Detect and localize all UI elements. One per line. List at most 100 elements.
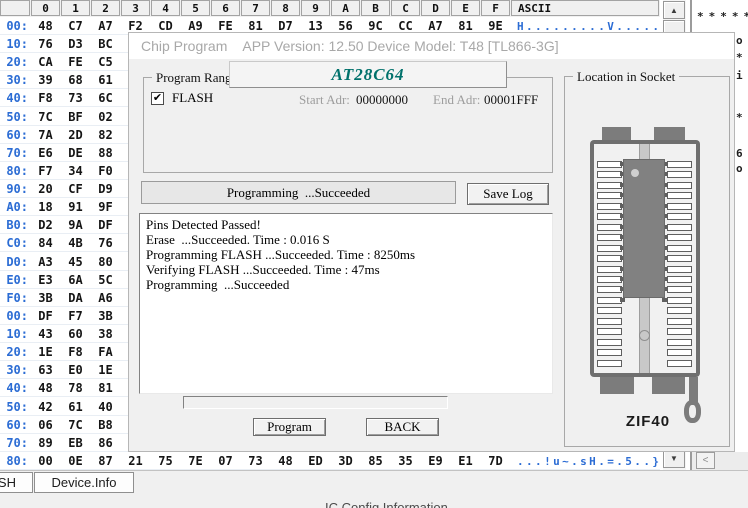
hex-byte-cell[interactable]: 07 <box>211 454 240 468</box>
hex-byte-cell[interactable]: CC <box>391 19 420 33</box>
hex-byte-cell[interactable]: 89 <box>31 436 60 450</box>
hex-byte-cell[interactable]: 9C <box>361 19 390 33</box>
hex-byte-cell[interactable]: 2D <box>61 128 90 142</box>
hex-byte-cell[interactable]: 56 <box>331 19 360 33</box>
hex-byte-cell[interactable]: 45 <box>61 255 90 269</box>
hex-byte-cell[interactable]: 87 <box>91 454 120 468</box>
hex-byte-cell[interactable]: F0 <box>91 164 120 178</box>
hex-byte-cell[interactable]: 7A <box>31 128 60 142</box>
hex-byte-cell[interactable]: 6A <box>61 273 90 287</box>
ascii-cell[interactable]: ...!u~.sH.=.5..} <box>511 455 660 468</box>
hex-byte-cell[interactable]: 7C <box>31 110 60 124</box>
hex-byte-cell[interactable]: E0 <box>61 363 90 377</box>
hex-byte-cell[interactable]: 81 <box>91 381 120 395</box>
hex-byte-cell[interactable]: DF <box>91 218 120 232</box>
hex-byte-cell[interactable]: D9 <box>91 182 120 196</box>
hex-byte-cell[interactable]: 1E <box>91 363 120 377</box>
hex-byte-cell[interactable]: 3D <box>331 454 360 468</box>
hex-byte-cell[interactable]: 9E <box>481 19 510 33</box>
hex-byte-cell[interactable]: 20 <box>31 182 60 196</box>
hex-byte-cell[interactable]: B8 <box>91 418 120 432</box>
hex-byte-cell[interactable]: A3 <box>31 255 60 269</box>
hex-byte-cell[interactable]: 4B <box>61 236 90 250</box>
hex-byte-cell[interactable]: DE <box>61 146 90 160</box>
hex-byte-cell[interactable]: 42 <box>31 400 60 414</box>
hex-byte-cell[interactable]: 48 <box>31 19 60 33</box>
hex-byte-cell[interactable]: 9A <box>61 218 90 232</box>
hex-byte-cell[interactable]: 86 <box>91 436 120 450</box>
hex-byte-cell[interactable]: 88 <box>91 146 120 160</box>
hex-byte-cell[interactable]: E6 <box>31 146 60 160</box>
hex-byte-cell[interactable]: CF <box>61 182 90 196</box>
hex-byte-cell[interactable]: 80 <box>91 255 120 269</box>
hex-byte-cell[interactable]: F8 <box>61 345 90 359</box>
hex-byte-cell[interactable]: 7E <box>181 454 210 468</box>
hex-byte-cell[interactable]: C5 <box>91 55 120 69</box>
hex-byte-cell[interactable]: 9F <box>91 200 120 214</box>
hex-byte-cell[interactable]: CD <box>151 19 180 33</box>
hex-byte-cell[interactable]: A7 <box>91 19 120 33</box>
hex-byte-cell[interactable]: 84 <box>31 236 60 250</box>
background-horizontal-scrollbar[interactable]: < <box>692 452 748 470</box>
hex-byte-cell[interactable]: BF <box>61 110 90 124</box>
hex-byte-cell[interactable]: A6 <box>91 291 120 305</box>
hex-byte-cell[interactable]: 48 <box>31 381 60 395</box>
hex-byte-cell[interactable]: 61 <box>61 400 90 414</box>
hex-byte-cell[interactable]: 73 <box>61 91 90 105</box>
hex-byte-cell[interactable]: 13 <box>301 19 330 33</box>
hex-byte-cell[interactable]: 48 <box>271 454 300 468</box>
hex-byte-cell[interactable]: ED <box>301 454 330 468</box>
hex-byte-cell[interactable]: 61 <box>91 73 120 87</box>
hex-byte-cell[interactable]: 81 <box>241 19 270 33</box>
hex-byte-cell[interactable]: 7D <box>481 454 510 468</box>
log-output[interactable]: Pins Detected Passed! Erase ...Succeeded… <box>139 213 553 394</box>
hex-byte-cell[interactable]: EB <box>61 436 90 450</box>
hex-byte-cell[interactable]: E3 <box>31 273 60 287</box>
hex-byte-cell[interactable]: 81 <box>451 19 480 33</box>
hex-byte-cell[interactable]: 91 <box>61 200 90 214</box>
hex-byte-cell[interactable]: 5C <box>91 273 120 287</box>
hex-byte-cell[interactable]: FE <box>211 19 240 33</box>
hex-byte-cell[interactable]: 35 <box>391 454 420 468</box>
back-button[interactable]: BACK <box>366 418 439 436</box>
hex-byte-cell[interactable]: 39 <box>31 73 60 87</box>
hex-byte-cell[interactable]: A9 <box>181 19 210 33</box>
hex-byte-cell[interactable]: DA <box>61 291 90 305</box>
hex-byte-cell[interactable]: 18 <box>31 200 60 214</box>
hex-byte-cell[interactable]: 7C <box>61 418 90 432</box>
hex-byte-cell[interactable]: 40 <box>91 400 120 414</box>
hex-byte-cell[interactable]: A7 <box>421 19 450 33</box>
flash-checkbox[interactable]: ✔ <box>151 92 164 105</box>
hex-byte-cell[interactable]: 1E <box>31 345 60 359</box>
hex-byte-cell[interactable]: D3 <box>61 37 90 51</box>
hex-byte-cell[interactable]: F7 <box>31 164 60 178</box>
hex-byte-cell[interactable]: 0E <box>61 454 90 468</box>
hex-byte-cell[interactable]: BC <box>91 37 120 51</box>
scroll-left-icon[interactable]: < <box>696 452 715 469</box>
scroll-up-icon[interactable]: ▲ <box>663 1 685 19</box>
hex-byte-cell[interactable]: F7 <box>61 309 90 323</box>
hex-byte-cell[interactable]: E1 <box>451 454 480 468</box>
hex-byte-cell[interactable]: 34 <box>61 164 90 178</box>
hex-byte-cell[interactable]: 38 <box>91 327 120 341</box>
hex-byte-cell[interactable]: C7 <box>61 19 90 33</box>
hex-byte-cell[interactable]: DF <box>31 309 60 323</box>
hex-byte-cell[interactable]: 75 <box>151 454 180 468</box>
hex-byte-cell[interactable]: 68 <box>61 73 90 87</box>
hex-byte-cell[interactable]: 60 <box>61 327 90 341</box>
hex-byte-cell[interactable]: 73 <box>241 454 270 468</box>
hex-byte-cell[interactable]: CA <box>31 55 60 69</box>
hex-byte-cell[interactable]: F2 <box>121 19 150 33</box>
hex-byte-cell[interactable]: 02 <box>91 110 120 124</box>
hex-byte-cell[interactable]: 43 <box>31 327 60 341</box>
save-log-button[interactable]: Save Log <box>467 183 549 205</box>
hex-byte-cell[interactable]: 21 <box>121 454 150 468</box>
hex-byte-cell[interactable]: E9 <box>421 454 450 468</box>
hex-byte-cell[interactable]: 76 <box>91 236 120 250</box>
hex-byte-cell[interactable]: 3B <box>91 309 120 323</box>
hex-byte-cell[interactable]: D7 <box>271 19 300 33</box>
hex-byte-cell[interactable]: 6C <box>91 91 120 105</box>
hex-byte-cell[interactable]: FA <box>91 345 120 359</box>
hex-byte-cell[interactable]: 00 <box>31 454 60 468</box>
hex-byte-cell[interactable]: F8 <box>31 91 60 105</box>
